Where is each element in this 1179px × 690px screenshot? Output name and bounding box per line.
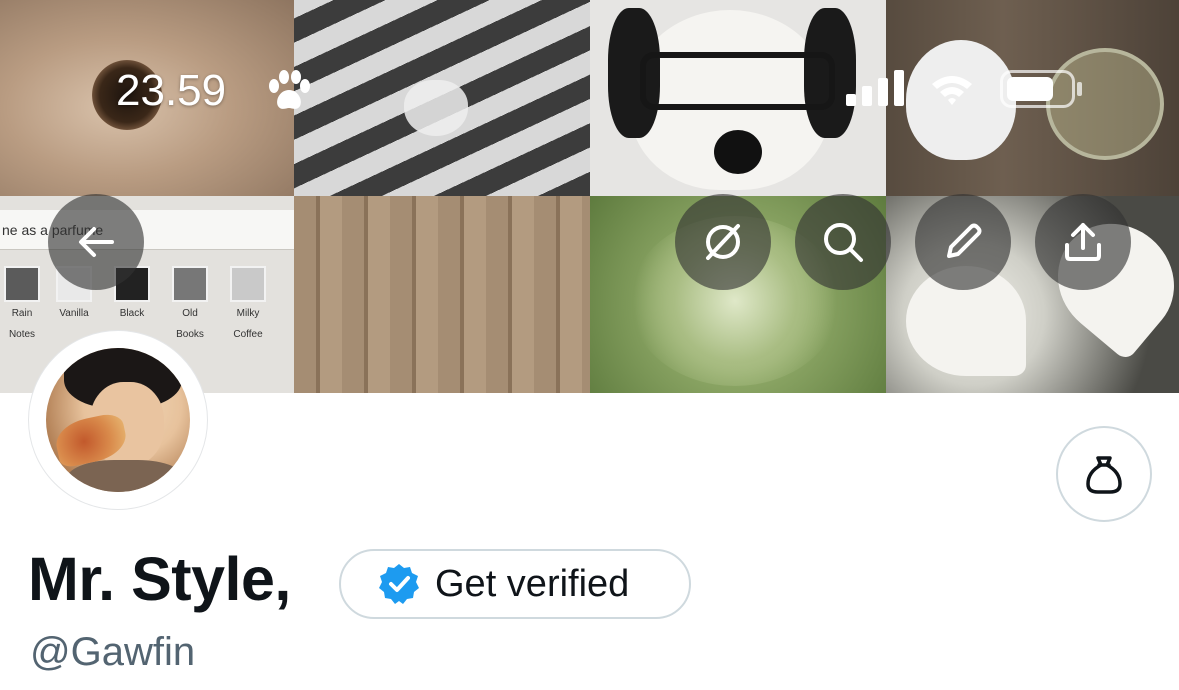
product-image [4, 266, 40, 302]
status-time: 23.59 [116, 66, 227, 115]
avatar-image [46, 348, 190, 492]
product-label: Milky [236, 308, 260, 319]
shelf-header: ne as a parfume [0, 210, 294, 250]
banner-tile-wood [294, 196, 590, 393]
money-bag-icon [1086, 456, 1122, 494]
product-label: Rain [11, 308, 33, 319]
banner-tile-plush-dog [590, 0, 886, 196]
avatar[interactable] [28, 330, 208, 510]
product-item: Milky Coffee [226, 266, 270, 366]
search-icon [824, 223, 863, 262]
get-verified-label: Get verified [435, 562, 630, 605]
paw-print-decoration [404, 80, 468, 136]
product-label: Notes [8, 329, 36, 340]
edit-button[interactable] [915, 194, 1011, 290]
glasses-decoration [640, 52, 835, 110]
product-label: Vanilla [59, 308, 89, 319]
product-label: Black [119, 308, 145, 319]
circle-slash-button[interactable] [675, 194, 771, 290]
dog-nose-decoration [714, 130, 762, 174]
product-item: Rain Notes [0, 266, 44, 366]
profile-banner[interactable]: ne as a parfume RainNotes Vanilla Black … [0, 0, 1179, 393]
profile-handle: @Gawfin [30, 630, 196, 674]
product-image [230, 266, 266, 302]
arrow-left-icon [79, 227, 114, 257]
tips-button[interactable] [1056, 426, 1152, 522]
battery-icon [1000, 70, 1082, 108]
jacket-decoration [66, 460, 186, 492]
share-button[interactable] [1035, 194, 1131, 290]
product-label: Old [182, 308, 198, 319]
product-label: Coffee [233, 329, 263, 340]
banner-tile-stripes [294, 0, 590, 196]
circle-slash-icon [706, 224, 740, 260]
product-image [172, 266, 208, 302]
verified-badge-icon [379, 564, 419, 604]
display-name: Mr. Style, [28, 545, 291, 613]
pencil-icon [947, 223, 982, 258]
wifi-icon [932, 76, 972, 105]
paw-icon [269, 70, 310, 109]
product-label: Books [176, 329, 204, 340]
back-button[interactable] [48, 194, 144, 290]
get-verified-button[interactable]: Get verified [339, 549, 691, 619]
search-button[interactable] [795, 194, 891, 290]
cellular-signal-icon [846, 70, 904, 106]
share-icon [1065, 223, 1101, 261]
